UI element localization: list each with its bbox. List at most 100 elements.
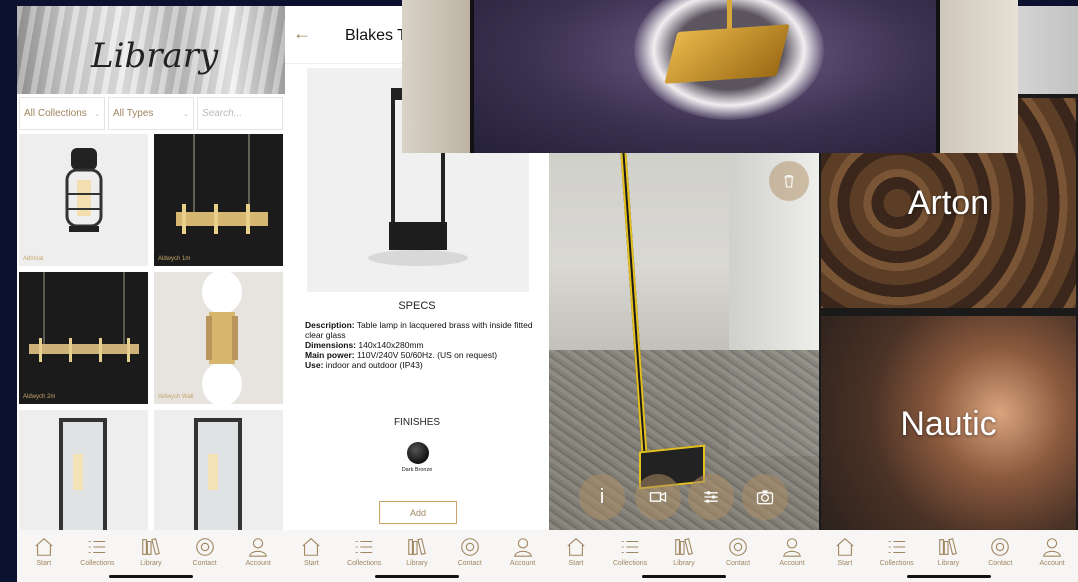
search-input[interactable]: Search... (197, 97, 283, 130)
home-indicator (375, 575, 459, 578)
tab-label: Account (509, 560, 536, 567)
tab-collections[interactable]: Collections (338, 536, 390, 567)
finish-swatch[interactable] (407, 442, 429, 464)
home-indicator (642, 575, 726, 578)
product-card[interactable]: Admiral (19, 134, 148, 266)
tab-collections[interactable]: Collections (871, 536, 923, 567)
tablet-screen (470, 0, 940, 153)
add-button[interactable]: Add (379, 501, 457, 524)
tab-label: Collections (80, 560, 115, 567)
wall-light-image (202, 272, 242, 404)
tab-label: Account (1039, 560, 1065, 567)
at-icon (460, 538, 479, 556)
product-card[interactable] (19, 410, 148, 542)
finish-label: Dark Bronze (401, 467, 433, 473)
tab-start[interactable]: Start (819, 536, 871, 567)
tab-contact[interactable]: Contact (974, 536, 1026, 567)
tab-start[interactable]: Start (18, 536, 70, 567)
tab-collections[interactable]: Collections (71, 536, 123, 567)
spec-value: 140x140x280mm (356, 340, 424, 350)
tab-label: Start (568, 560, 584, 567)
books-icon (939, 538, 958, 556)
user-icon (783, 538, 801, 557)
photo-background (402, 0, 470, 153)
tab-library[interactable]: Library (923, 536, 975, 567)
tab-label: Start (837, 560, 853, 567)
spec-use: Use: indoor and outdoor (IP43) (305, 360, 535, 370)
list-icon (621, 540, 639, 554)
tab-account[interactable]: Account (766, 536, 818, 567)
home-indicator (109, 575, 193, 578)
tab-account[interactable]: Account (232, 536, 284, 567)
tab-contact[interactable]: Contact (444, 536, 496, 567)
wall-lantern-image (65, 148, 103, 232)
tab-label: Collections (879, 560, 914, 567)
photo-button[interactable] (742, 474, 788, 520)
types-filter-label: All Types (113, 108, 154, 119)
tab-start[interactable]: Start (285, 536, 337, 567)
types-filter[interactable]: All Types ⌄ (108, 97, 194, 130)
finishes-heading: FINISHES (393, 417, 441, 428)
tab-library[interactable]: Library (658, 536, 710, 567)
info-button[interactable]: i (579, 474, 625, 520)
chevron-down-icon: ⌄ (94, 111, 100, 118)
list-icon (888, 540, 905, 554)
chevron-down-icon: ⌄ (183, 111, 189, 118)
spec-label: Main power: (305, 350, 355, 360)
box-lantern-image (59, 418, 107, 540)
library-header: Library (17, 6, 285, 94)
tab-label: Contact (988, 560, 1013, 567)
search-placeholder: Search... (202, 108, 243, 119)
collections-filter[interactable]: All Collections ⌄ (19, 97, 105, 130)
home-icon (567, 538, 585, 556)
at-icon (729, 538, 747, 556)
tab-label: Library (406, 560, 428, 567)
product-grid: Admiral Aldwych 1m Aldwych 2m Aldwych Wa… (19, 134, 283, 542)
tab-contact[interactable]: Contact (712, 536, 764, 567)
camera-icon (756, 490, 774, 505)
product-card[interactable]: Aldwych 1m (154, 134, 283, 266)
video-button[interactable] (635, 474, 681, 520)
product-card[interactable]: Aldwych 2m (19, 272, 148, 404)
collection-card-nautic[interactable]: Nautic (821, 316, 1076, 532)
library-screen: Library All Collections ⌄ All Types ⌄ Sear… (17, 6, 285, 582)
tab-library[interactable]: Library (391, 536, 443, 567)
photo-background (940, 0, 1018, 153)
product-card[interactable] (154, 410, 283, 542)
trash-icon[interactable] (769, 161, 809, 201)
back-arrow-icon[interactable]: ← (293, 23, 311, 44)
spec-value: indoor and outdoor (IP43) (323, 360, 423, 370)
tab-label: Collections (347, 560, 382, 567)
spec-power: Main power: 110V/240V 50/60Hz. (US on re… (305, 350, 535, 360)
page-title: Blakes T (345, 27, 407, 44)
pendant-image (29, 272, 139, 362)
product-label: Aldwych 2m (23, 394, 56, 400)
spec-label: Use: (305, 360, 324, 370)
pendant-image (176, 134, 268, 234)
list-icon (89, 540, 106, 554)
tab-library[interactable]: Library (125, 536, 177, 567)
tab-account[interactable]: Account (497, 536, 549, 567)
tab-start[interactable]: Start (550, 536, 602, 567)
product-label: Admiral (23, 256, 44, 262)
user-icon (249, 538, 268, 557)
books-icon (408, 538, 426, 556)
books-icon (142, 538, 160, 556)
collections-filter-label: All Collections (24, 108, 87, 119)
spec-value: 110V/240V 50/60Hz. (US on request) (354, 350, 498, 360)
tab-collections[interactable]: Collections (604, 536, 656, 567)
tab-label: Account (245, 560, 271, 567)
product-card[interactable]: Aldwych Wall (154, 272, 283, 404)
spec-label: Description: (305, 320, 355, 330)
adjust-button[interactable] (688, 474, 734, 520)
tab-label: Library (937, 560, 960, 567)
tab-label: Account (779, 560, 805, 567)
spec-description: Description: Table lamp in lacquered bra… (305, 320, 535, 340)
gold-lamp-base (664, 24, 790, 84)
info-icon: i (599, 485, 605, 508)
ar-tablet-photo (402, 0, 1018, 153)
tab-account[interactable]: Account (1026, 536, 1078, 567)
tab-contact[interactable]: Contact (179, 536, 231, 567)
user-icon (1043, 538, 1061, 557)
home-icon (35, 538, 53, 556)
